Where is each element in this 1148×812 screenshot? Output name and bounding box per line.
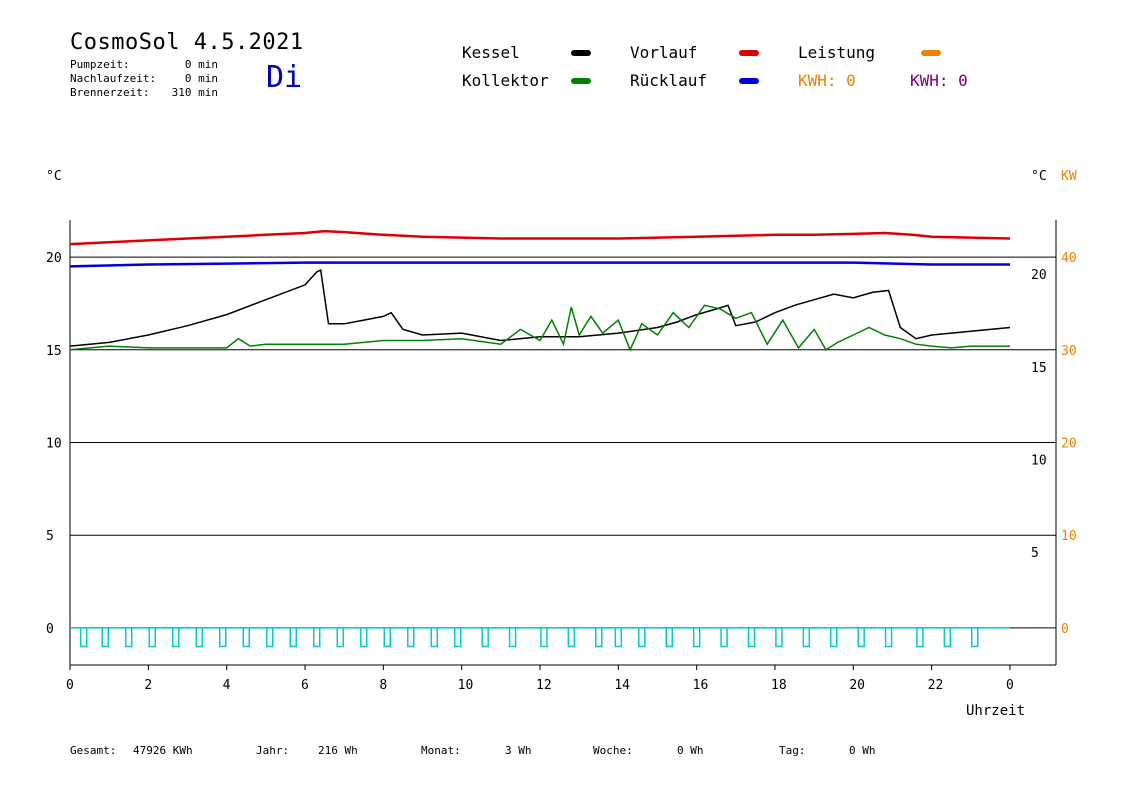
- x-tick-label: 2: [144, 678, 152, 693]
- y-tick-label-kw: 20: [1061, 437, 1077, 452]
- pump-pulse: [242, 627, 250, 648]
- pump-pulse: [916, 627, 924, 648]
- pump-pulse: [289, 627, 297, 648]
- pump-pulse: [195, 627, 203, 648]
- x-tick-label: 8: [379, 678, 387, 693]
- pump-pulse: [407, 627, 415, 648]
- pump-pulse: [383, 627, 391, 648]
- pump-pulse: [802, 627, 811, 648]
- pump-pulse: [614, 627, 623, 648]
- series-line-kessel: [69, 268, 1011, 347]
- footer-jahr-label: Jahr:: [256, 744, 290, 757]
- footer-woche-value: 0 Wh: [677, 744, 704, 757]
- x-tick-label: 0: [1006, 678, 1014, 693]
- pump-pulse: [148, 627, 156, 648]
- footer-monat-label: Monat:: [421, 744, 461, 757]
- pump-pulse: [665, 627, 673, 648]
- x-tick-label: 16: [693, 678, 709, 693]
- footer-tag-value: 0 Wh: [849, 744, 876, 757]
- footer-woche-label: Woche:: [593, 744, 633, 757]
- x-tick-label: 22: [928, 678, 944, 693]
- y-tick-label-left: 15: [46, 344, 62, 359]
- pump-pulse: [101, 627, 109, 648]
- pump-pulse: [884, 627, 893, 648]
- pump-pulse: [481, 627, 489, 648]
- y-axis-left-unit: °C: [46, 169, 62, 184]
- y-tick-label-left: 5: [46, 529, 54, 544]
- y-tick-label-left: 10: [46, 437, 62, 452]
- pump-pulse: [971, 627, 979, 648]
- footer-tag-label: Tag:: [779, 744, 806, 757]
- pump-pulse: [172, 627, 180, 648]
- pump-pulse: [454, 627, 462, 648]
- y-tick-label-left: 0: [46, 622, 54, 637]
- x-tick-label: 6: [301, 678, 309, 693]
- y-tick-label-right: 15: [1031, 361, 1047, 376]
- pump-pulse: [336, 627, 344, 648]
- footer-monat-value: 3 Wh: [505, 744, 532, 757]
- series-line-kollektor: [69, 304, 1010, 352]
- pump-pulse: [595, 627, 603, 648]
- series-line-vorlauf: [69, 229, 1011, 246]
- pump-pulse: [125, 627, 133, 648]
- y-tick-label-left: 20: [46, 251, 62, 266]
- footer-jahr-value: 216 Wh: [318, 744, 358, 757]
- x-tick-label: 20: [849, 678, 865, 693]
- series-line-ruecklauf: [69, 261, 1010, 268]
- footer-gesamt-label: Gesamt:: [70, 744, 117, 757]
- pump-pulse: [430, 627, 438, 648]
- x-tick-label: 12: [536, 678, 552, 693]
- pump-pulse: [360, 627, 368, 648]
- pump-pulse: [313, 627, 321, 648]
- x-tick-label: 0: [66, 678, 74, 693]
- pump-pulse: [540, 627, 548, 648]
- y-axis-right-unit: °C: [1031, 169, 1047, 184]
- y-tick-label-right: 5: [1031, 546, 1039, 561]
- y-tick-label-kw: 30: [1061, 344, 1077, 359]
- pump-pulse: [692, 627, 701, 648]
- y-tick-label-right: 10: [1031, 454, 1047, 469]
- pump-pulse: [266, 627, 274, 648]
- x-tick-label: 18: [771, 678, 787, 693]
- pump-pulse: [775, 627, 783, 648]
- pump-pulse: [567, 627, 576, 648]
- x-axis-label: Uhrzeit: [966, 703, 1025, 719]
- pump-pulse: [747, 627, 756, 648]
- y-tick-label-kw: 10: [1061, 529, 1077, 544]
- pump-pulse: [720, 627, 728, 648]
- pump-pulse: [219, 627, 227, 648]
- pump-pulse: [830, 627, 838, 648]
- x-tick-label: 14: [614, 678, 630, 693]
- pump-pulse: [508, 627, 517, 648]
- y-tick-label-right: 20: [1031, 268, 1047, 283]
- pump-pulse: [857, 627, 865, 648]
- x-tick-label: 10: [458, 678, 474, 693]
- x-tick-label: 4: [223, 678, 231, 693]
- temperature-chart: °C °C KW Uhrzeit 05101520510152001020304…: [46, 169, 1077, 719]
- pump-pulse: [79, 627, 88, 648]
- footer-gesamt-value: 47926 KWh: [133, 744, 193, 757]
- pump-pulse: [638, 627, 646, 648]
- y-tick-label-kw: 40: [1061, 251, 1077, 266]
- y-tick-label-kw: 0: [1061, 622, 1069, 637]
- pump-pulse: [943, 627, 952, 648]
- y-axis-right-kw-unit: KW: [1061, 169, 1077, 184]
